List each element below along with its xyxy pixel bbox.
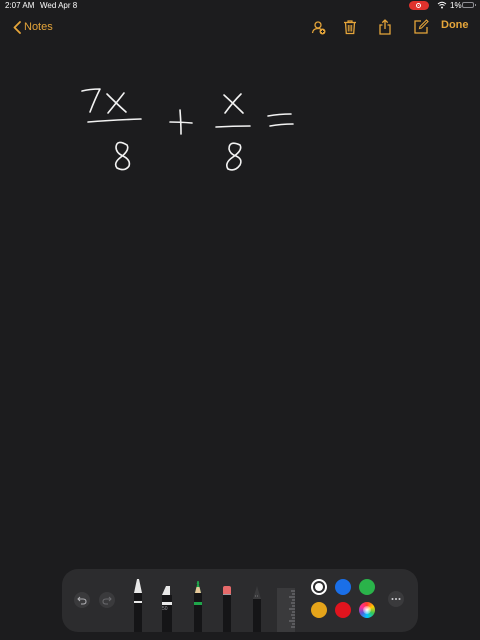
eraser-tool[interactable] xyxy=(220,581,234,632)
fraction-bar-2 xyxy=(215,125,251,128)
handwritten-equals xyxy=(267,113,294,127)
add-person-button[interactable] xyxy=(309,18,327,36)
color-swatch-yellow[interactable] xyxy=(311,602,327,618)
handwritten-plus xyxy=(169,109,193,135)
color-picker-wheel[interactable] xyxy=(359,602,375,618)
pen-tool[interactable] xyxy=(131,577,145,632)
undo-icon xyxy=(77,596,87,605)
done-button[interactable]: Done xyxy=(441,19,469,31)
trash-icon xyxy=(344,20,356,35)
status-time: 2:07 AM xyxy=(5,1,35,10)
pen-size-label: 50 xyxy=(162,606,168,612)
status-date: Wed Apr 8 xyxy=(40,1,78,10)
handwritten-eight-2 xyxy=(226,142,242,171)
recording-icon xyxy=(409,1,429,10)
battery-icon xyxy=(462,2,476,8)
redo-icon xyxy=(102,596,112,605)
back-label: Notes xyxy=(24,21,53,33)
more-icon xyxy=(391,598,401,600)
share-button[interactable] xyxy=(376,18,394,36)
compose-icon xyxy=(414,19,429,34)
chevron-left-icon xyxy=(13,20,21,34)
drawing-canvas[interactable] xyxy=(0,40,480,565)
screen: 2:07 AM Wed Apr 8 1% Notes Done 50 xyxy=(0,0,480,640)
more-button[interactable] xyxy=(388,591,404,607)
markup-toolbar: 50 xyxy=(62,569,418,632)
color-swatch-green[interactable] xyxy=(359,579,375,595)
pencil-tool[interactable] xyxy=(191,579,205,632)
ruler-tool[interactable] xyxy=(277,588,295,632)
color-swatch-white[interactable] xyxy=(311,579,327,595)
share-icon xyxy=(379,19,391,35)
color-swatch-blue[interactable] xyxy=(335,579,351,595)
handwritten-x xyxy=(106,92,127,114)
back-button[interactable]: Notes xyxy=(13,18,53,36)
handwritten-x-2 xyxy=(223,93,244,114)
marker-tool[interactable]: 50 xyxy=(158,585,176,632)
lasso-tool[interactable] xyxy=(250,584,264,632)
status-bar: 2:07 AM Wed Apr 8 1% xyxy=(0,0,480,12)
color-swatch-red[interactable] xyxy=(335,602,351,618)
undo-button[interactable] xyxy=(74,592,90,608)
redo-button[interactable] xyxy=(99,592,115,608)
fraction-bar-1 xyxy=(87,118,142,123)
compose-button[interactable] xyxy=(412,18,430,36)
handwriting xyxy=(81,88,294,171)
add-person-icon xyxy=(311,21,326,35)
wifi-icon xyxy=(437,1,447,9)
handwritten-eight-1 xyxy=(114,141,131,171)
battery-percent: 1% xyxy=(450,1,462,10)
trash-button[interactable] xyxy=(341,18,359,36)
handwritten-seven xyxy=(81,88,101,113)
